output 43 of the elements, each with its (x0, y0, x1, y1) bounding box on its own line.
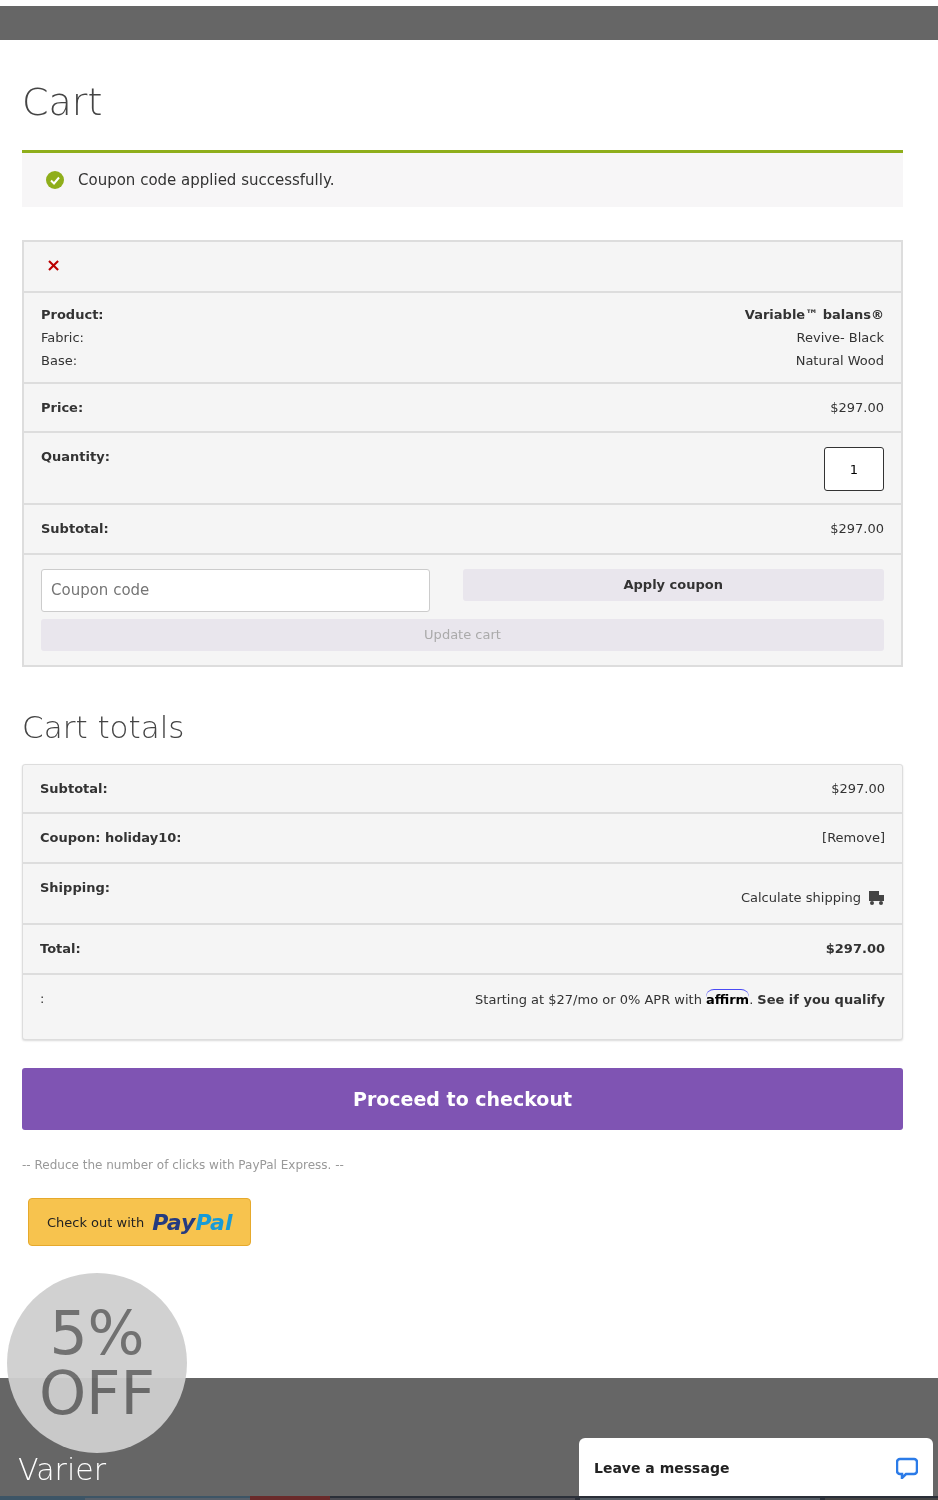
total-value: $297.00 (831, 779, 885, 798)
paypal-button[interactable]: Check out with PayPal (28, 1198, 252, 1247)
chat-icon (896, 1457, 918, 1479)
total-value: $297.00 (825, 940, 885, 959)
truck-icon (869, 890, 885, 905)
notice-text: Coupon code applied successfully. (78, 169, 335, 191)
coupon-field[interactable]: Coupon code (41, 568, 430, 612)
item-label: Quantity: (41, 448, 110, 467)
logo[interactable]: Varier (18, 1455, 107, 1485)
total-label: Total: (40, 940, 81, 959)
total-label: : (40, 989, 45, 1008)
calculate-shipping-link[interactable]: Calculate shipping (740, 887, 861, 908)
item-value: Natural Wood (795, 351, 884, 370)
paypal-logo: PayPal (152, 1208, 233, 1237)
item-label: Base: (41, 351, 78, 370)
paypal-note: -- Reduce the number of clicks with PayPal Express. -- (22, 1157, 344, 1175)
financing-text: Starting at $27/mo or 0% APR with (475, 990, 702, 1009)
item-value: Variable™ balans® (744, 305, 884, 324)
chat-label: Leave a message (594, 1458, 730, 1478)
page-title: Cart (22, 80, 104, 126)
total-label: Shipping: (40, 878, 110, 897)
period-text: . (749, 990, 754, 1009)
quantity-field[interactable]: 1 (824, 447, 884, 492)
item-label: Subtotal: (41, 520, 109, 539)
discount-text: 5% (49, 1303, 145, 1363)
item-label: Product: (41, 305, 104, 324)
item-value: Revive- Black (796, 328, 884, 347)
remove-button[interactable]: × (46, 256, 62, 275)
item-label: Price: (41, 398, 84, 417)
apply-coupon-button[interactable]: Apply coupon (462, 568, 884, 601)
item-value: $297.00 (830, 398, 884, 417)
remove-coupon-link[interactable]: [Remove] (822, 828, 885, 848)
total-label: Coupon: holiday10: (40, 829, 182, 848)
chat-widget[interactable]: Leave a message (579, 1438, 933, 1498)
checkout-button[interactable]: Proceed to checkout (22, 1068, 903, 1131)
item-label: Fabric: (41, 328, 84, 347)
total-label: Subtotal: (40, 779, 108, 798)
section-title: Cart totals (22, 708, 186, 746)
qualify-link[interactable]: See if you qualify (757, 989, 885, 1010)
item-value: $297.00 (830, 520, 884, 539)
check-icon (46, 170, 64, 189)
affirm-logo: affirm (705, 988, 750, 1010)
discount-text: OFF (38, 1363, 156, 1423)
